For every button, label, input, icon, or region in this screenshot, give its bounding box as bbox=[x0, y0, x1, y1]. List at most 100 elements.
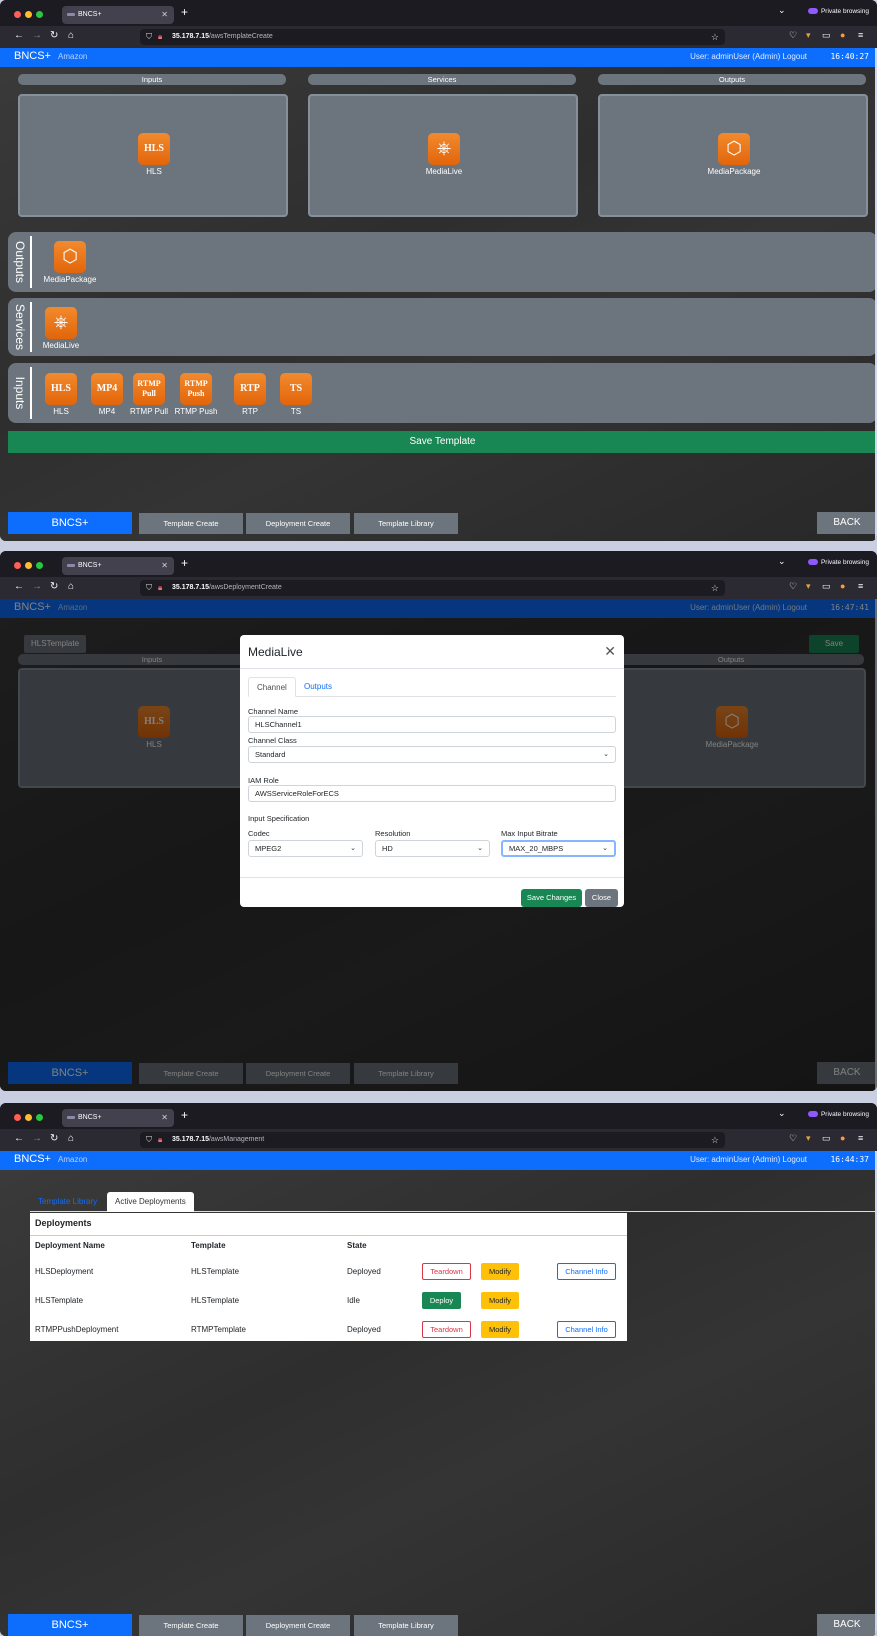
menu-icon[interactable]: ≡ bbox=[858, 581, 863, 591]
url-bar[interactable]: ⛉ 🔒︎ 35.178.7.15/awsManagement ☆ bbox=[140, 1132, 725, 1148]
mediapackage-icon[interactable]: ⬡ bbox=[54, 241, 86, 273]
ts-icon[interactable]: TS bbox=[280, 373, 312, 405]
mediapackage-icon[interactable]: ⬡ bbox=[718, 133, 750, 165]
nav-template-library[interactable]: Template Library bbox=[354, 513, 458, 534]
channel-name-input[interactable]: HLSChannel1 bbox=[248, 716, 616, 733]
bookmark-star-icon[interactable]: ☆ bbox=[711, 1132, 719, 1148]
reload-icon[interactable]: ↻ bbox=[50, 581, 58, 592]
channel-class-select[interactable]: Standard ⌄ bbox=[248, 746, 616, 763]
minimize-window-button[interactable] bbox=[25, 1114, 32, 1121]
teardown-button[interactable]: Teardown bbox=[422, 1321, 471, 1338]
extension-icon[interactable]: ▾ bbox=[806, 581, 811, 592]
back-arrow-icon[interactable]: ← bbox=[14, 1133, 24, 1144]
firefox-account-icon[interactable]: ● bbox=[840, 1133, 845, 1143]
close-tab-icon[interactable]: ✕ bbox=[161, 1109, 168, 1127]
extension-icon[interactable]: ▾ bbox=[806, 30, 811, 41]
minimize-window-button[interactable] bbox=[25, 562, 32, 569]
max-bitrate-select[interactable]: MAX_20_MBPS ⌄ bbox=[501, 840, 616, 857]
rtmp-push-icon[interactable]: RTMP Push bbox=[180, 373, 212, 405]
pocket-icon[interactable]: ♡ bbox=[789, 30, 797, 41]
bottom-brand[interactable]: BNCS+ bbox=[8, 1614, 132, 1636]
forward-arrow-icon[interactable]: → bbox=[32, 581, 42, 592]
back-arrow-icon[interactable]: ← bbox=[14, 581, 24, 592]
url-bar[interactable]: ⛉ 🔒︎ 35.178.7.15/awsDeploymentCreate ☆ bbox=[140, 580, 725, 596]
nav-template-create[interactable]: Template Create bbox=[139, 1615, 243, 1636]
app-brand[interactable]: BNCS+ bbox=[14, 50, 51, 62]
modify-button[interactable]: Modify bbox=[481, 1263, 519, 1280]
resolution-select[interactable]: HD ⌄ bbox=[375, 840, 490, 857]
url-bar[interactable]: ⛉ 🔒︎ 35.178.7.15/awsTemplateCreate ☆ bbox=[140, 29, 725, 45]
pocket-icon[interactable]: ♡ bbox=[789, 581, 797, 592]
menu-icon[interactable]: ≡ bbox=[858, 30, 863, 40]
tab-channel[interactable]: Channel bbox=[248, 677, 296, 697]
channel-info-button[interactable]: Channel Info bbox=[557, 1263, 616, 1280]
reader-icon[interactable]: ▭ bbox=[822, 1133, 831, 1144]
back-button[interactable]: BACK bbox=[817, 512, 877, 534]
browser-tab[interactable]: BNCS+ ✕ bbox=[62, 6, 174, 24]
firefox-account-icon[interactable]: ● bbox=[840, 30, 845, 40]
new-tab-icon[interactable]: + bbox=[181, 1108, 188, 1122]
medialive-icon[interactable]: ⎈ bbox=[45, 307, 77, 339]
forward-arrow-icon[interactable]: → bbox=[32, 30, 42, 41]
menu-icon[interactable]: ≡ bbox=[858, 1133, 863, 1143]
chevron-down-icon[interactable]: ⌄ bbox=[778, 5, 786, 16]
extension-icon[interactable]: ▾ bbox=[806, 1133, 811, 1144]
nav-template-library[interactable]: Template Library bbox=[354, 1615, 458, 1636]
home-icon[interactable]: ⌂ bbox=[68, 1133, 74, 1144]
deploy-button[interactable]: Deploy bbox=[422, 1292, 461, 1309]
minimize-window-button[interactable] bbox=[25, 11, 32, 18]
maximize-window-button[interactable] bbox=[36, 1114, 43, 1121]
new-tab-icon[interactable]: + bbox=[181, 5, 188, 19]
nav-template-create[interactable]: Template Create bbox=[139, 513, 243, 534]
codec-select[interactable]: MPEG2 ⌄ bbox=[248, 840, 363, 857]
lock-icon[interactable]: 🔒︎ bbox=[158, 580, 162, 596]
user-info[interactable]: User: adminUser (Admin) Logout bbox=[690, 1155, 807, 1164]
app-brand[interactable]: BNCS+ bbox=[14, 1153, 51, 1165]
reload-icon[interactable]: ↻ bbox=[50, 1133, 58, 1144]
rtp-icon[interactable]: RTP bbox=[234, 373, 266, 405]
modal-backdrop[interactable]: MediaLive ✕ Channel Outputs Channel Name… bbox=[0, 599, 877, 1091]
reader-icon[interactable]: ▭ bbox=[822, 581, 831, 592]
chevron-down-icon[interactable]: ⌄ bbox=[778, 1108, 786, 1119]
services-dropzone[interactable]: ⎈ MediaLive bbox=[308, 94, 578, 217]
hls-icon[interactable]: HLS bbox=[45, 373, 77, 405]
chevron-down-icon[interactable]: ⌄ bbox=[778, 556, 786, 567]
save-changes-button[interactable]: Save Changes bbox=[521, 889, 582, 907]
iam-role-input[interactable]: AWSServiceRoleForECS bbox=[248, 785, 616, 802]
close-icon[interactable]: ✕ bbox=[604, 643, 616, 660]
close-window-button[interactable] bbox=[14, 1114, 21, 1121]
home-icon[interactable]: ⌂ bbox=[68, 581, 74, 592]
browser-tab[interactable]: BNCS+ ✕ bbox=[62, 557, 174, 575]
inputs-dropzone[interactable]: HLS HLS bbox=[18, 94, 288, 217]
rtmp-pull-icon[interactable]: RTMP Pull bbox=[133, 373, 165, 405]
lock-icon[interactable]: 🔒︎ bbox=[158, 1132, 162, 1148]
tab-active-deployments[interactable]: Active Deployments bbox=[107, 1192, 194, 1212]
close-tab-icon[interactable]: ✕ bbox=[161, 6, 168, 24]
home-icon[interactable]: ⌂ bbox=[68, 30, 74, 41]
bookmark-star-icon[interactable]: ☆ bbox=[711, 580, 719, 596]
user-info[interactable]: User: adminUser (Admin) Logout bbox=[690, 52, 807, 61]
pocket-icon[interactable]: ♡ bbox=[789, 1133, 797, 1144]
nav-deployment-create[interactable]: Deployment Create bbox=[246, 513, 350, 534]
reload-icon[interactable]: ↻ bbox=[50, 30, 58, 41]
browser-tab[interactable]: BNCS+ ✕ bbox=[62, 1109, 174, 1127]
hls-icon[interactable]: HLS bbox=[138, 133, 170, 165]
modify-button[interactable]: Modify bbox=[481, 1321, 519, 1338]
back-arrow-icon[interactable]: ← bbox=[14, 30, 24, 41]
maximize-window-button[interactable] bbox=[36, 562, 43, 569]
firefox-account-icon[interactable]: ● bbox=[840, 581, 845, 591]
bookmark-star-icon[interactable]: ☆ bbox=[711, 29, 719, 45]
back-button[interactable]: BACK bbox=[817, 1614, 877, 1636]
close-window-button[interactable] bbox=[14, 562, 21, 569]
reader-icon[interactable]: ▭ bbox=[822, 30, 831, 41]
modify-button[interactable]: Modify bbox=[481, 1292, 519, 1309]
maximize-window-button[interactable] bbox=[36, 11, 43, 18]
mp4-icon[interactable]: MP4 bbox=[91, 373, 123, 405]
bottom-brand[interactable]: BNCS+ bbox=[8, 512, 132, 534]
forward-arrow-icon[interactable]: → bbox=[32, 1133, 42, 1144]
lock-icon[interactable]: 🔒︎ bbox=[158, 29, 162, 45]
tab-template-library[interactable]: Template Library bbox=[30, 1192, 105, 1212]
shield-icon[interactable]: ⛉ bbox=[146, 580, 152, 596]
close-tab-icon[interactable]: ✕ bbox=[161, 557, 168, 575]
medialive-icon[interactable]: ⎈ bbox=[428, 133, 460, 165]
